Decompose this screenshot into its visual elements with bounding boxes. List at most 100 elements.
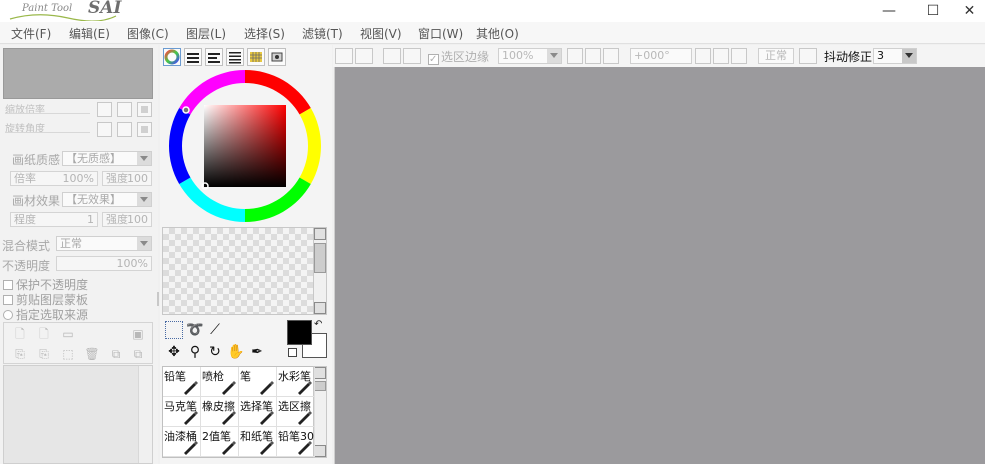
rotate-reset-button[interactable] [137, 122, 152, 137]
scroll-thumb[interactable] [314, 243, 326, 273]
new-vector-layer-icon[interactable]: 🗋 [36, 326, 52, 342]
material-effect-select[interactable]: 【无效果】 [62, 192, 152, 207]
texture-strength-field[interactable]: 强度 100 [102, 171, 152, 186]
canvas-area[interactable] [334, 67, 985, 464]
menu-image[interactable]: 图像(C) [127, 25, 169, 42]
primary-color-swatch[interactable] [287, 320, 312, 345]
brush-slot[interactable]: 选区擦 [277, 397, 315, 427]
menu-edit[interactable]: 编辑(E) [69, 25, 110, 42]
merge-visible-icon[interactable]: ⧉ [130, 346, 146, 362]
menu-view[interactable]: 视图(V) [360, 25, 402, 42]
swap-colors-icon[interactable]: ↶ [314, 319, 322, 330]
stabilizer-select[interactable]: 3 [873, 48, 917, 64]
brush-slot[interactable]: 2值笔 [201, 427, 239, 457]
new-folder-icon[interactable]: ▭ [60, 326, 76, 342]
menu-file[interactable]: 文件(F) [11, 25, 51, 42]
brush-icon [296, 409, 312, 425]
copy-layer-icon[interactable]: ⎘ [12, 346, 28, 362]
deselect-button[interactable] [383, 48, 401, 64]
hand-tool-icon[interactable]: ✋ [227, 343, 245, 361]
swatches-tab[interactable] [247, 48, 265, 66]
magic-wand-tool-icon[interactable]: ⟋ [206, 321, 224, 339]
rotate-right-button[interactable] [117, 122, 132, 137]
angle-field[interactable]: +000° [630, 48, 692, 64]
zoom-out-button[interactable] [97, 102, 112, 117]
layer-list-scrollbar[interactable] [138, 366, 152, 463]
eyedropper-tool-icon[interactable]: ✒ [248, 343, 266, 361]
texture-scale-field[interactable]: 倍率 100% [10, 171, 98, 186]
brush-slot[interactable]: 铅笔 [163, 367, 201, 397]
scroll-down-button[interactable] [314, 302, 326, 314]
mixer-tab[interactable] [226, 48, 244, 66]
rect-select-tool-icon[interactable] [165, 321, 183, 339]
brush-icon [220, 409, 236, 425]
opacity-slider[interactable]: 100% [56, 256, 152, 271]
brush-scrollbar[interactable] [313, 366, 327, 458]
rotate-tool-icon[interactable]: ↻ [206, 343, 224, 361]
view-mode-button[interactable]: 正常 [758, 48, 794, 64]
brush-slot[interactable]: 笔 [239, 367, 277, 397]
close-button[interactable]: ✕ [954, 0, 985, 22]
brush-slot[interactable]: 水彩笔 [277, 367, 315, 397]
effect-degree-field[interactable]: 程度 1 [10, 212, 98, 227]
zoom-reset-button[interactable] [137, 102, 152, 117]
move-tool-icon[interactable]: ✥ [165, 343, 183, 361]
zoom-out-button[interactable] [567, 48, 583, 64]
zoom-fit-button[interactable] [603, 48, 619, 64]
color-wheel-tab[interactable] [163, 48, 181, 66]
delete-layer-icon[interactable]: 🗑 [84, 346, 100, 362]
menu-select[interactable]: 选择(S) [244, 25, 285, 42]
zoom-in-button[interactable] [117, 102, 132, 117]
brush-slot[interactable]: 喷枪 [201, 367, 239, 397]
menu-other[interactable]: 其他(O) [476, 25, 519, 42]
brush-slot[interactable]: 选择笔 [239, 397, 277, 427]
rotate-left-button[interactable] [97, 122, 112, 137]
rotate-right-button[interactable] [713, 48, 729, 64]
maximize-button[interactable]: ☐ [910, 0, 956, 22]
rotate-reset-button[interactable] [731, 48, 747, 64]
rotate-slider[interactable] [5, 132, 90, 133]
merge-layer-icon[interactable]: ⧉ [108, 346, 124, 362]
swatch-area[interactable] [162, 227, 315, 315]
panel-splitter[interactable] [157, 292, 159, 306]
selection-source-radio[interactable]: 指定选取来源 [3, 306, 88, 323]
scroll-thumb[interactable] [314, 381, 326, 391]
rotate-left-button[interactable] [695, 48, 711, 64]
effect-strength-field[interactable]: 强度 100 [102, 212, 152, 227]
reset-colors-icon[interactable] [288, 348, 297, 357]
rgb-slider-tab[interactable] [184, 48, 202, 66]
zoom-in-button[interactable] [585, 48, 601, 64]
transfer-layer-icon[interactable]: ⎘ [36, 346, 52, 362]
brush-slot[interactable]: 马克笔 [163, 397, 201, 427]
undo-button[interactable] [335, 48, 353, 64]
brush-slot[interactable]: 铅笔30 [277, 427, 315, 457]
layer-list[interactable] [3, 365, 153, 464]
scratchpad-tab[interactable] [268, 48, 286, 66]
zoom-slider[interactable] [5, 113, 90, 114]
menu-filter[interactable]: 滤镜(T) [302, 25, 343, 42]
invert-selection-button[interactable] [403, 48, 421, 64]
brush-slot[interactable]: 油漆桶 [163, 427, 201, 457]
zoom-select[interactable]: 100% [498, 48, 562, 64]
minimize-button[interactable]: — [866, 0, 912, 22]
menu-layer[interactable]: 图层(L) [186, 25, 226, 42]
layer-settings-icon[interactable]: ▣ [130, 326, 146, 342]
hsv-color-wheel[interactable] [166, 67, 324, 225]
menu-window[interactable]: 窗口(W) [418, 25, 463, 42]
swatch-scrollbar[interactable] [313, 227, 327, 315]
scroll-down-button[interactable] [314, 445, 326, 457]
selection-edge-checkbox[interactable]: ✓ 选区边缘 [428, 48, 489, 65]
brush-slot[interactable]: 和纸笔 [239, 427, 277, 457]
blend-mode-select[interactable]: 正常 [56, 236, 152, 251]
clear-layer-icon[interactable]: ⬚ [60, 346, 76, 362]
new-layer-icon[interactable]: 🗋 [12, 326, 28, 342]
hsv-slider-tab[interactable] [205, 48, 223, 66]
zoom-tool-icon[interactable]: ⚲ [186, 343, 204, 361]
lasso-tool-icon[interactable]: ➰ [186, 321, 204, 339]
flip-view-button[interactable] [799, 48, 817, 64]
paper-texture-select[interactable]: 【无质感】 [62, 151, 152, 166]
scroll-up-button[interactable] [314, 228, 326, 240]
scroll-up-button[interactable] [314, 367, 326, 379]
redo-button[interactable] [355, 48, 373, 64]
brush-slot[interactable]: 橡皮擦 [201, 397, 239, 427]
